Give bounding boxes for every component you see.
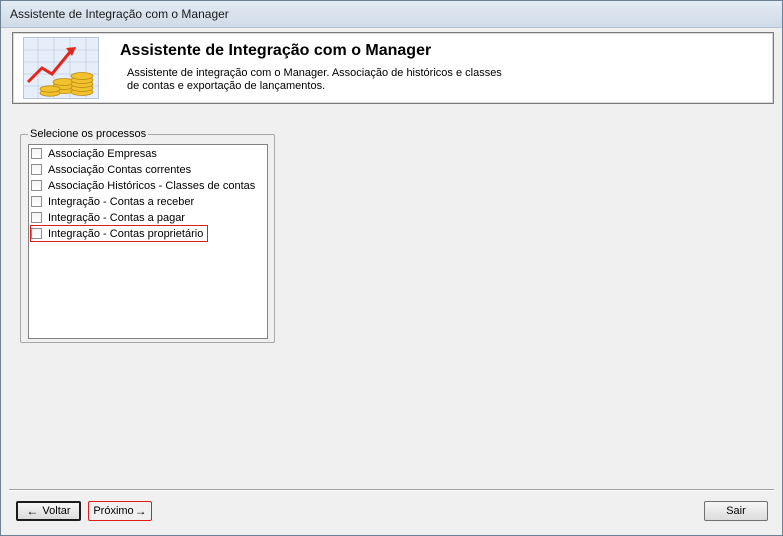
checkbox[interactable]: [31, 164, 42, 175]
arrow-right-icon: →: [134, 504, 147, 518]
wizard-window: Assistente de Integração com o Manager A…: [0, 0, 783, 536]
checkbox[interactable]: [31, 212, 42, 223]
process-item-label: Associação Históricos - Classes de conta…: [48, 179, 256, 192]
header-title: Assistente de Integração com o Manager: [120, 42, 432, 59]
footer-divider: [9, 489, 774, 491]
back-button[interactable]: ← Voltar: [16, 501, 81, 521]
process-item-contas-a-pagar[interactable]: Integração - Contas a pagar: [31, 210, 185, 225]
process-checklist[interactable]: Associação Empresas Associação Contas co…: [28, 144, 268, 339]
process-groupbox: Selecione os processos Associação Empres…: [20, 128, 275, 343]
chart-coins-icon: [23, 37, 99, 99]
exit-button[interactable]: Sair: [704, 501, 768, 521]
window-title: Assistente de Integração com o Manager: [10, 7, 229, 21]
process-item-label: Integração - Contas a pagar: [48, 211, 185, 224]
checkbox[interactable]: [31, 196, 42, 207]
process-item-label: Integração - Contas a receber: [48, 195, 195, 208]
checkbox[interactable]: [31, 228, 42, 239]
process-item-associacao-contas-correntes[interactable]: Associação Contas correntes: [31, 162, 191, 177]
process-item-contas-a-receber[interactable]: Integração - Contas a receber: [31, 194, 194, 209]
process-groupbox-legend: Selecione os processos: [28, 128, 149, 140]
process-item-label: Associação Empresas: [48, 147, 157, 160]
wizard-header: Assistente de Integração com o Manager A…: [12, 32, 774, 104]
process-item-label: Associação Contas correntes: [48, 163, 192, 176]
process-item-contas-proprietario[interactable]: Integração - Contas proprietário: [29, 225, 209, 242]
back-button-label: Voltar: [42, 505, 71, 517]
header-description-line1: Assistente de integração com o Manager. …: [127, 67, 502, 79]
exit-button-label: Sair: [726, 505, 746, 517]
next-button-label: Próximo: [93, 505, 134, 517]
process-item-associacao-historicos[interactable]: Associação Históricos - Classes de conta…: [31, 178, 255, 193]
header-description-line2: de contas e exportação de lançamentos.: [127, 80, 326, 92]
process-item-associacao-empresas[interactable]: Associação Empresas: [31, 146, 157, 161]
process-item-label: Integração - Contas proprietário: [48, 227, 204, 240]
checkbox[interactable]: [31, 148, 42, 159]
next-button[interactable]: Próximo →: [88, 501, 152, 521]
arrow-left-icon: ←: [26, 504, 39, 518]
checkbox[interactable]: [31, 180, 42, 191]
header-description: Assistente de integração com o Manager. …: [127, 67, 517, 93]
title-bar[interactable]: Assistente de Integração com o Manager: [1, 1, 782, 28]
